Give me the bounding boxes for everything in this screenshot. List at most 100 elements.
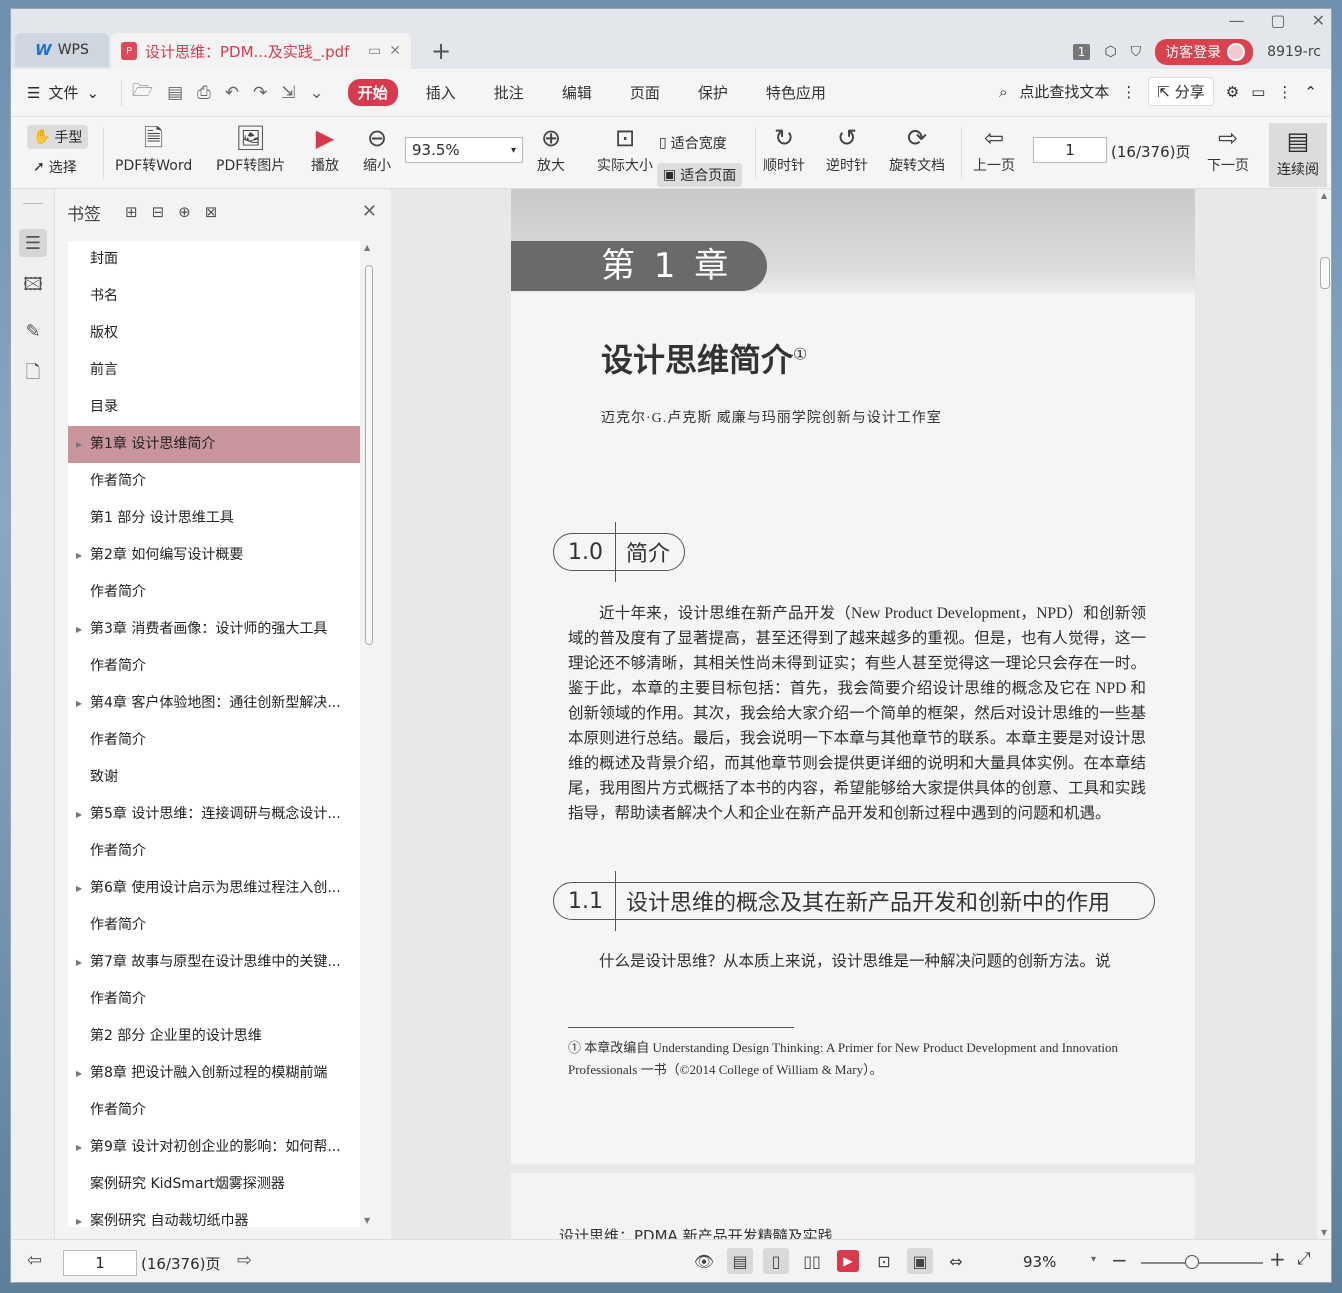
tab-protect[interactable]: 保护	[688, 79, 738, 106]
bookmark-item[interactable]: 作者简介	[68, 1092, 360, 1129]
bookmark-panel-icon[interactable]: ☰	[19, 229, 47, 257]
bookmark-item[interactable]: ▶ 第8章 把设计融入创新过程的模糊前端	[68, 1055, 360, 1092]
expand-arrow-icon[interactable]: ▶	[76, 796, 82, 833]
bookmark-item[interactable]: ▶ 第7章 故事与原型在设计思维中的关键...	[68, 944, 360, 981]
close-panel-icon[interactable]: ✕	[362, 201, 377, 222]
close-window-icon[interactable]: ✕	[1312, 11, 1325, 30]
expand-arrow-icon[interactable]: ▶	[76, 1055, 82, 1092]
zoom-in-button[interactable]: ⊕ 放大	[537, 121, 565, 175]
comment-icon[interactable]: ▭	[1251, 83, 1265, 101]
continuous-view-icon[interactable]: ▤	[727, 1248, 753, 1274]
expand-arrow-icon[interactable]: ▶	[76, 537, 82, 574]
fit-page-button[interactable]: ▣ 适合页面	[657, 163, 743, 187]
thumbnail-panel-icon[interactable]: 🖾	[19, 273, 47, 301]
pin-icon[interactable]: ▭	[368, 43, 381, 59]
expand-arrow-icon[interactable]: ▶	[76, 611, 82, 648]
select-tool-button[interactable]: ➚ 选择	[27, 149, 88, 177]
tab-annotate[interactable]: 批注	[484, 79, 534, 106]
tab-page[interactable]: 页面	[620, 79, 670, 106]
new-tab-button[interactable]: +	[431, 37, 451, 65]
bookmark-item[interactable]: 作者简介	[68, 574, 360, 611]
document-viewport[interactable]: 第 1 章 设计思维简介① 迈克尔·G.卢克斯 威廉与玛丽学院创新与设计工作室 …	[391, 189, 1331, 1239]
bookmark-item[interactable]: ▶ 第2章 如何编写设计概要	[68, 537, 360, 574]
fit-width-icon[interactable]: ⇔	[943, 1248, 969, 1274]
add-bookmark-icon[interactable]: ⊕	[178, 203, 191, 221]
file-menu[interactable]: ☰ 文件 ⌄	[11, 82, 121, 103]
rotate-document-button[interactable]: ⟳ 旋转文档	[889, 121, 945, 175]
document-scroll-thumb[interactable]	[1320, 257, 1330, 289]
bookmark-item[interactable]: 致谢	[68, 759, 360, 796]
zoom-minus-icon[interactable]: −	[1111, 1248, 1128, 1272]
expand-all-icon[interactable]: ⊞	[125, 203, 138, 221]
bookmark-item[interactable]: 版权	[68, 315, 360, 352]
more-menu-icon[interactable]: ⋮	[1277, 83, 1292, 101]
document-tab[interactable]: P 设计思维：PDM...及实践_.pdf ▭ ✕	[111, 33, 411, 69]
pdf-to-word-button[interactable]: 🗎 PDF转Word	[115, 121, 192, 175]
next-page-button[interactable]: ⇨ 下一页	[1207, 121, 1249, 175]
expand-arrow-icon[interactable]: ▶	[76, 1203, 82, 1227]
status-zoom-value[interactable]: 93%	[1023, 1253, 1056, 1271]
bookmark-item[interactable]: 作者简介	[68, 907, 360, 944]
wps-home-tab[interactable]: W WPS	[15, 33, 109, 67]
bookmark-item[interactable]: ▶ 第6章 使用设计启示为思维过程注入创...	[68, 870, 360, 907]
bookmark-item[interactable]: 目录	[68, 389, 360, 426]
settings-gear-icon[interactable]: ⚙	[1226, 83, 1239, 101]
rotate-counterclockwise-button[interactable]: ↺ 逆时针	[826, 121, 868, 175]
fit-width-button[interactable]: ▯ 适合宽度	[659, 133, 727, 153]
share-button[interactable]: ⇱ 分享	[1148, 77, 1214, 106]
bookmark-item[interactable]: ▶ 第3章 消费者画像：设计师的强大工具	[68, 611, 360, 648]
play-button[interactable]: ▶ 播放	[311, 121, 339, 175]
expand-arrow-icon[interactable]: ▶	[76, 870, 82, 907]
actual-size-button[interactable]: ⊡ 实际大小	[597, 121, 653, 175]
prev-page-arrow-icon[interactable]: ⇦	[27, 1250, 42, 1271]
bookmark-item[interactable]: 第2 部分 企业里的设计思维	[68, 1018, 360, 1055]
export-icon[interactable]: ⇲	[281, 83, 295, 103]
annotation-panel-icon[interactable]: ✎	[19, 317, 47, 345]
bookmark-item[interactable]: ▶ 第4章 客户体验地图：通往创新型解决...	[68, 685, 360, 722]
actual-size-icon[interactable]: ⊡	[871, 1248, 897, 1274]
page-number-input[interactable]: 1	[1033, 137, 1107, 163]
bookmark-item[interactable]: 作者简介	[68, 648, 360, 685]
bookmark-item[interactable]: ▶ 案例研究 自动裁切纸巾器	[68, 1203, 360, 1227]
attachment-panel-icon[interactable]: 🗋	[19, 361, 47, 389]
find-text-button[interactable]: 点此查找文本	[1019, 81, 1109, 102]
scroll-down-icon[interactable]: ▼	[1321, 1228, 1327, 1237]
collapse-all-icon[interactable]: ⊟	[152, 203, 165, 221]
zoom-slider[interactable]	[1141, 1255, 1263, 1269]
previous-page-button[interactable]: ⇦ 上一页	[973, 121, 1015, 175]
expand-arrow-icon[interactable]: ▶	[76, 944, 82, 981]
bookmark-item[interactable]: 作者简介	[68, 463, 360, 500]
fullscreen-icon[interactable]: ⤢	[1297, 1249, 1311, 1269]
scroll-up-icon[interactable]: ▲	[364, 243, 370, 252]
bookmark-item[interactable]: 作者简介	[68, 981, 360, 1018]
expand-arrow-icon[interactable]: ▶	[76, 1129, 82, 1166]
zoom-out-button[interactable]: ⊖ 缩小	[363, 121, 391, 175]
expand-arrow-icon[interactable]: ▶	[76, 685, 82, 722]
play-slideshow-icon[interactable]: ▶	[835, 1248, 861, 1274]
bookmark-options-icon[interactable]: ⊠	[205, 203, 218, 221]
bookmark-item[interactable]: 封面	[68, 241, 360, 278]
save-icon[interactable]: ▤	[167, 83, 183, 103]
next-page-arrow-icon[interactable]: ⇨	[237, 1250, 252, 1271]
bookmark-scrollbar[interactable]: ▲ ▼	[362, 241, 376, 1227]
close-tab-icon[interactable]: ✕	[389, 43, 401, 59]
skin-icon[interactable]: ⬡	[1104, 44, 1116, 60]
bookmark-item[interactable]: 书名	[68, 278, 360, 315]
single-page-icon[interactable]: ▯	[763, 1248, 789, 1274]
minimize-icon[interactable]: —	[1228, 11, 1244, 30]
maximize-icon[interactable]: ▢	[1270, 11, 1285, 30]
continuous-read-button[interactable]: ▤ 连续阅	[1269, 123, 1327, 187]
redo-icon[interactable]: ↷	[253, 83, 267, 103]
status-page-input[interactable]: 1	[63, 1250, 137, 1276]
tab-start[interactable]: 开始	[347, 79, 398, 106]
window-page-indicator[interactable]: 1	[1072, 44, 1091, 60]
more-vertical-icon[interactable]: ⋮	[1121, 83, 1136, 101]
pdf-to-image-button[interactable]: 🖼 PDF转图片	[216, 121, 285, 175]
rotate-clockwise-button[interactable]: ↻ 顺时针	[763, 121, 805, 175]
bookmark-item[interactable]: 作者简介	[68, 722, 360, 759]
scroll-down-icon[interactable]: ▼	[364, 1216, 370, 1225]
open-folder-icon[interactable]: 🗁	[132, 78, 153, 107]
expand-arrow-icon[interactable]: ▶	[76, 426, 82, 463]
scroll-up-icon[interactable]: ▲	[1321, 191, 1327, 200]
zoom-level-select[interactable]: 93.5% ▾	[405, 137, 523, 163]
